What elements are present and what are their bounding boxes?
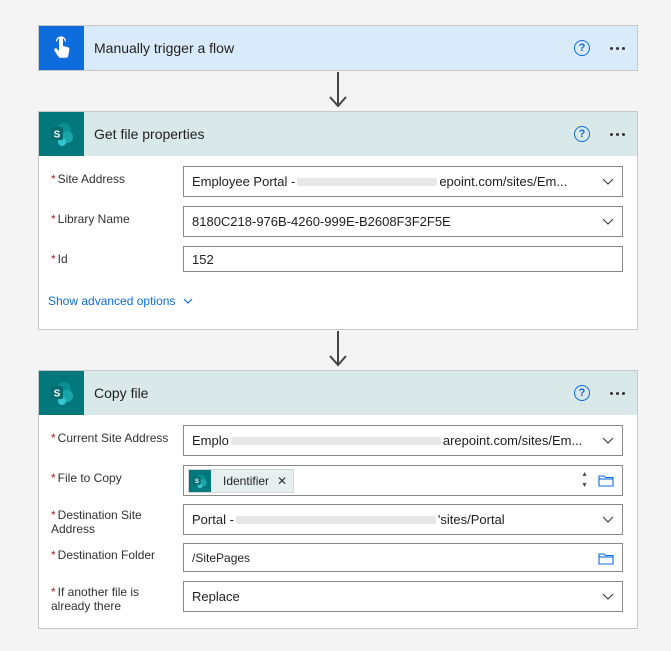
site-address-value-prefix: Employee Portal - — [192, 174, 296, 189]
current-site-address-label: * Current Site Address — [51, 431, 169, 445]
site-address-value-suffix: epoint.com/sites/Em... — [439, 174, 568, 189]
id-input[interactable]: 152 — [183, 246, 623, 272]
sharepoint-icon: S — [189, 469, 211, 492]
destination-folder-label: * Destination Folder — [51, 548, 156, 562]
more-options-icon[interactable] — [610, 46, 625, 50]
id-value: 152 — [192, 251, 214, 267]
library-name-value: 8180C218-976B-4260-999E-B2608F3F2F5E — [192, 214, 451, 229]
help-icon[interactable]: ? — [574, 126, 590, 142]
more-options-icon[interactable] — [610, 132, 625, 136]
file-to-copy-input[interactable]: S Identifier ✕ ▲ ▼ — [183, 465, 623, 496]
conflict-behavior-dropdown[interactable]: Replace — [183, 581, 623, 612]
destination-site-value-prefix: Portal - — [192, 512, 234, 527]
help-icon[interactable]: ? — [574, 40, 590, 56]
file-to-copy-label: * File to Copy — [51, 471, 122, 485]
conflict-behavior-label: * If another file is already there — [51, 585, 140, 613]
chevron-down-icon — [602, 593, 614, 600]
token-label: Identifier — [223, 473, 270, 488]
current-site-value-prefix: Emplo — [192, 433, 229, 448]
connector-arrow-icon — [329, 96, 347, 108]
svg-text:S: S — [195, 478, 199, 485]
trigger-card[interactable]: Manually trigger a flow ? — [38, 25, 638, 71]
current-site-address-dropdown[interactable]: Emplo arepoint.com/sites/Em... — [183, 425, 623, 456]
connector-arrow-icon — [329, 355, 347, 367]
copy-file-card[interactable]: S Copy file ? * Current Site Address Empl… — [38, 370, 638, 629]
remove-token-icon[interactable]: ✕ — [277, 474, 287, 488]
destination-folder-value: /SitePages — [192, 550, 251, 565]
advanced-options-label: Show advanced options — [48, 294, 176, 308]
get-file-properties-header[interactable]: S Get file properties ? — [39, 112, 637, 156]
redacted-text — [235, 515, 436, 524]
folder-icon[interactable] — [598, 474, 614, 487]
chevron-down-icon — [602, 218, 614, 225]
help-icon[interactable]: ? — [574, 385, 590, 401]
show-advanced-options-link[interactable]: Show advanced options — [48, 294, 193, 308]
destination-site-address-label: * Destination Site Address — [51, 508, 142, 536]
id-label: * Id — [51, 252, 68, 266]
current-site-value-suffix: arepoint.com/sites/Em... — [442, 433, 583, 448]
redacted-text — [297, 177, 438, 186]
sharepoint-icon: S — [39, 112, 84, 156]
touch-hand-icon — [39, 26, 84, 70]
stepper-icon[interactable]: ▲ ▼ — [581, 469, 588, 491]
copy-file-title: Copy file — [94, 385, 149, 401]
destination-site-address-dropdown[interactable]: Portal - 'sites/Portal — [183, 504, 623, 535]
site-address-label: * Site Address — [51, 172, 126, 186]
get-file-properties-title: Get file properties — [94, 126, 205, 142]
sharepoint-icon: S — [39, 371, 84, 415]
get-file-properties-card[interactable]: S Get file properties ? * Site Address Em… — [38, 111, 638, 330]
conflict-behavior-value: Replace — [192, 589, 240, 604]
destination-folder-input[interactable]: /SitePages — [183, 543, 623, 572]
chevron-down-icon — [184, 298, 193, 304]
chevron-down-icon — [602, 516, 614, 523]
copy-file-header[interactable]: S Copy file ? — [39, 371, 637, 415]
svg-text:S: S — [53, 130, 60, 141]
trigger-header[interactable]: Manually trigger a flow ? — [39, 26, 637, 70]
chevron-down-icon — [602, 437, 614, 444]
svg-text:S: S — [53, 389, 60, 400]
more-options-icon[interactable] — [610, 391, 625, 395]
chevron-down-icon — [602, 178, 614, 185]
trigger-title: Manually trigger a flow — [94, 40, 235, 56]
identifier-token[interactable]: S Identifier ✕ — [188, 468, 295, 493]
destination-site-value-suffix: 'sites/Portal — [437, 512, 505, 527]
site-address-dropdown[interactable]: Employee Portal - epoint.com/sites/Em... — [183, 166, 623, 197]
library-name-label: * Library Name — [51, 212, 130, 226]
library-name-dropdown[interactable]: 8180C218-976B-4260-999E-B2608F3F2F5E — [183, 206, 623, 237]
folder-icon[interactable] — [598, 552, 614, 565]
redacted-text — [230, 436, 441, 445]
